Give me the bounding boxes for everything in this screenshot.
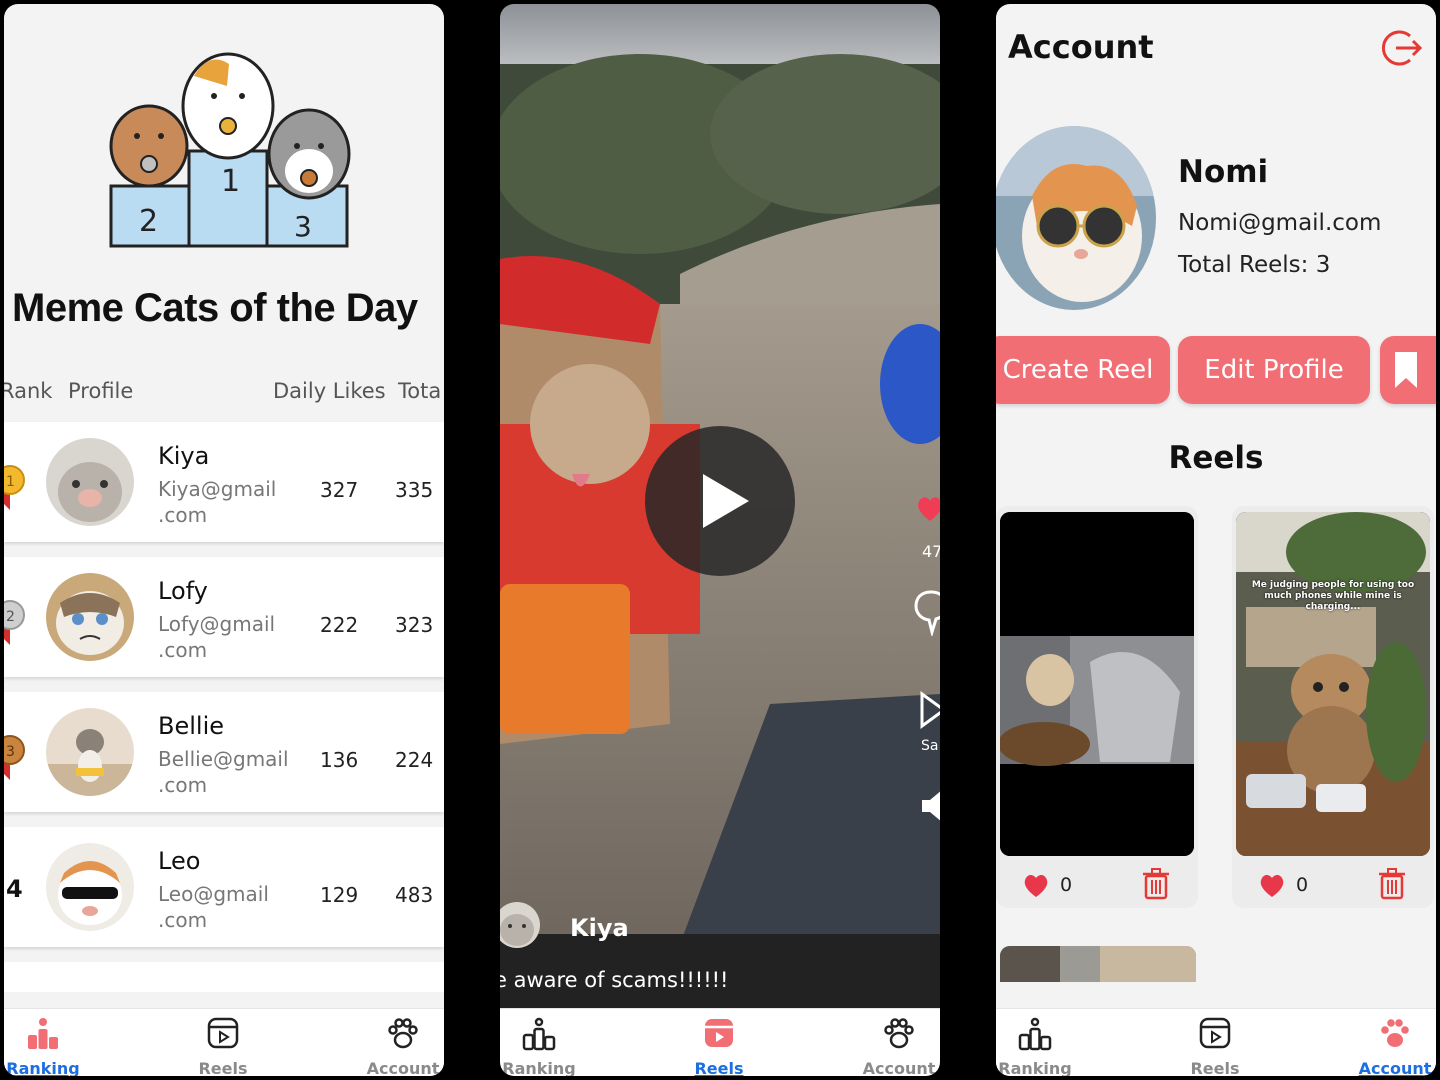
nav-ranking[interactable]: Ranking — [500, 1015, 594, 1076]
gold-medal-icon: 1 — [4, 465, 25, 510]
comment-icon[interactable] — [914, 586, 940, 636]
play-icon — [703, 474, 749, 528]
svg-text:1: 1 — [221, 164, 240, 199]
rank-number: 4 — [6, 875, 23, 903]
silver-medal-icon: 2 — [4, 600, 25, 645]
column-header-rank: Rank — [4, 379, 53, 403]
reel-thumbnail[interactable] — [1000, 946, 1196, 982]
total-likes-value: 224 — [395, 748, 434, 772]
avatar[interactable] — [46, 843, 134, 931]
column-header-profile: Profile — [68, 379, 134, 403]
podium-icon — [28, 1018, 58, 1049]
bottom-nav: Ranking Reels Account — [996, 1008, 1436, 1076]
user-email: Kiya@gmail .com — [158, 477, 277, 527]
table-row[interactable]: 3 Bellie Bellie@gmail .com 136 224 — [4, 692, 444, 812]
paw-icon — [388, 1018, 418, 1049]
daily-likes-value: 327 — [320, 478, 359, 502]
total-likes-value: 483 — [395, 883, 434, 907]
nav-ranking[interactable]: Ranking — [996, 1015, 1090, 1076]
profile-name: Nomi — [1178, 154, 1269, 190]
daily-likes-value: 129 — [320, 883, 359, 907]
svg-text:2: 2 — [6, 609, 15, 625]
user-name: Bellie — [158, 712, 224, 740]
profile-email: Nomi@gmail.com — [1178, 210, 1382, 236]
bottom-nav: Ranking Reels Account — [4, 1008, 444, 1076]
daily-likes-value: 136 — [320, 748, 359, 772]
user-name: Leo — [158, 847, 201, 875]
like-count: 0 — [1060, 874, 1073, 896]
profile-total-reels: Total Reels: 3 — [1178, 252, 1331, 278]
bronze-medal-icon: 3 — [4, 735, 25, 780]
trash-icon[interactable] — [1378, 868, 1406, 900]
reel-caption: e aware of scams!!!!!! — [500, 968, 729, 992]
reel-thumbnail[interactable] — [1000, 512, 1194, 856]
play-button[interactable] — [645, 426, 795, 576]
profile-avatar[interactable] — [996, 126, 1156, 310]
reel-card[interactable]: Me judging people for using too much pho… — [1232, 506, 1434, 908]
reel-thumbnail[interactable]: Me judging people for using too much pho… — [1236, 512, 1430, 856]
reel-username[interactable]: Kiya — [570, 914, 629, 942]
user-name: Kiya — [158, 442, 210, 470]
bookmark-icon — [1395, 352, 1417, 388]
account-screen: Account Nomi Nomi@gmail.com Total Reels:… — [996, 4, 1436, 1076]
list-item[interactable] — [4, 962, 444, 992]
reels-screen: 47 Sa Kiya e aware of scams!!!!!! Rankin… — [500, 4, 940, 1076]
nav-reels[interactable]: Reels — [168, 1015, 278, 1076]
total-likes-value: 335 — [395, 478, 434, 502]
saved-button[interactable] — [1380, 336, 1436, 404]
like-count: 47 — [922, 542, 940, 561]
table-row[interactable]: 4 Leo Leo@gmail .com 129 483 — [4, 827, 444, 947]
svg-text:3: 3 — [294, 210, 312, 243]
share-label: Sa — [921, 738, 939, 754]
page-title: Account — [1008, 28, 1154, 66]
avatar[interactable] — [46, 438, 134, 526]
daily-likes-value: 222 — [320, 613, 359, 637]
logout-icon[interactable] — [1380, 26, 1424, 70]
nav-account[interactable]: Account — [844, 1015, 940, 1076]
paw-icon — [884, 1018, 914, 1049]
nav-account[interactable]: Account — [1340, 1015, 1436, 1076]
table-row[interactable]: 2 Lofy Lofy@gmail .com 222 323 — [4, 557, 444, 677]
podium-cats-illustration: 1 2 3 — [109, 52, 351, 248]
nav-ranking[interactable]: Ranking — [4, 1015, 98, 1076]
reels-heading: Reels — [1168, 440, 1264, 476]
page-title: Meme Cats of the Day — [12, 286, 418, 330]
edit-profile-button[interactable]: Edit Profile — [1178, 336, 1370, 404]
svg-text:1: 1 — [6, 474, 15, 490]
podium-icon — [1018, 1017, 1052, 1051]
like-heart-icon[interactable] — [1258, 872, 1286, 898]
reels-icon — [705, 1019, 733, 1047]
like-count: 0 — [1296, 874, 1309, 896]
table-row[interactable]: 1 Kiya Kiya@gmail .com 327 335 — [4, 422, 444, 542]
meme-caption: Me judging people for using too much pho… — [1251, 580, 1415, 612]
nav-account[interactable]: Account — [348, 1015, 444, 1076]
user-email: Leo@gmail .com — [158, 882, 269, 932]
svg-text:3: 3 — [6, 744, 15, 760]
user-name: Lofy — [158, 577, 208, 605]
bottom-nav: Ranking Reels Account — [500, 1008, 940, 1076]
nav-reels[interactable]: Reels — [664, 1015, 774, 1076]
like-heart-icon[interactable] — [914, 492, 940, 524]
share-icon[interactable] — [918, 690, 940, 730]
avatar[interactable] — [46, 708, 134, 796]
user-email: Bellie@gmail .com — [158, 747, 289, 797]
total-likes-value: 323 — [395, 613, 434, 637]
create-reel-button[interactable]: Create Reel — [996, 336, 1170, 404]
user-email: Lofy@gmail .com — [158, 612, 276, 662]
like-heart-icon[interactable] — [1022, 872, 1050, 898]
ranking-screen: 1 2 3 Meme Cats of the Day Rank Profile … — [4, 4, 444, 1076]
avatar[interactable] — [46, 573, 134, 661]
reel-card[interactable]: 0 — [996, 506, 1198, 908]
column-header-daily-likes: Daily Likes — [273, 379, 386, 403]
reels-icon — [207, 1017, 239, 1049]
podium-icon — [522, 1017, 556, 1051]
column-header-total: Tota — [398, 379, 442, 403]
paw-icon — [1381, 1019, 1409, 1047]
volume-icon[interactable] — [920, 786, 940, 826]
trash-icon[interactable] — [1142, 868, 1170, 900]
nav-reels[interactable]: Reels — [1160, 1015, 1270, 1076]
svg-text:2: 2 — [139, 204, 158, 239]
reels-icon — [1199, 1017, 1231, 1049]
